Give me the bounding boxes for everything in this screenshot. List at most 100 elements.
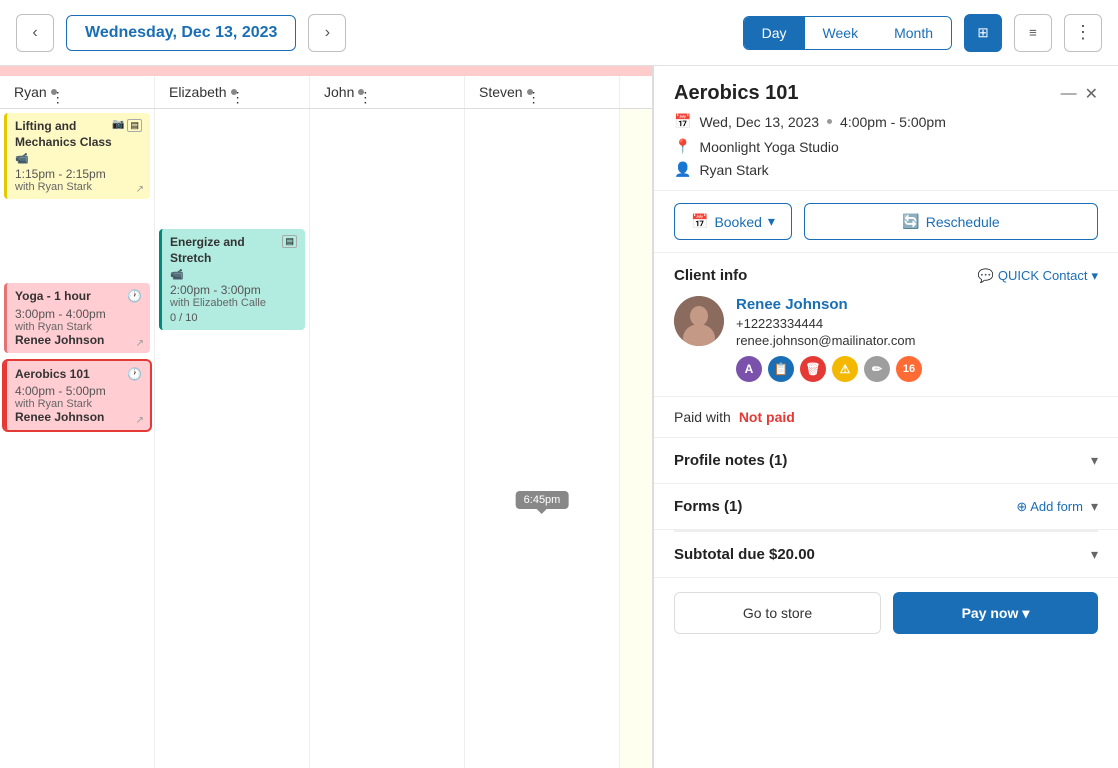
video-icon: 📹 <box>15 153 29 165</box>
client-details: Renee Johnson +12223334444 renee.johnson… <box>736 296 1098 382</box>
event-lifting[interactable]: Lifting and Mechanics Class 📷 ▤ 📹 1:15pm… <box>4 113 150 199</box>
event-yoga-arrow: ↗ <box>136 338 144 349</box>
client-info-title: Client info <box>674 267 747 284</box>
quick-contact-label: QUICK Contact <box>998 268 1088 283</box>
calendar-check-icon: 📅 <box>691 213 708 230</box>
badge-count[interactable]: 16 <box>896 356 922 382</box>
event-yoga[interactable]: Yoga - 1 hour 🕐 3:00pm - 4:00pm with Rya… <box>4 283 150 353</box>
event-aerobics[interactable]: Aerobics 101 🕐 4:00pm - 5:00pm with Ryan… <box>4 361 150 431</box>
tab-month[interactable]: Month <box>876 17 951 49</box>
col-header-elizabeth: Elizabeth ⋮ <box>155 76 310 108</box>
client-name[interactable]: Renee Johnson <box>736 296 1098 313</box>
event-energize[interactable]: Energize and Stretch ▤ 📹 2:00pm - 3:00pm… <box>159 229 305 330</box>
detail-trainer: Ryan Stark <box>699 162 768 178</box>
detail-title: Aerobics 101 <box>674 82 799 105</box>
pay-now-button[interactable]: Pay now ▾ <box>893 592 1098 634</box>
john-options-dot[interactable]: ⋮ <box>358 89 364 95</box>
booked-button[interactable]: 📅 Booked ▾ <box>674 203 792 240</box>
pin-icon: ▤ <box>127 119 142 132</box>
badge-alert[interactable]: ⚠ <box>832 356 858 382</box>
subtotal-row[interactable]: Subtotal due $20.00 ▾ <box>654 532 1118 578</box>
detail-actions: 📅 Booked ▾ 🔄 Reschedule <box>654 191 1118 253</box>
col-header-steven-label: Steven <box>479 84 523 100</box>
add-form-button[interactable]: ⊕ Add form <box>1016 499 1083 515</box>
detail-datetime: 📅 Wed, Dec 13, 2023 4:00pm - 5:00pm <box>674 113 1098 130</box>
view-tabs: Day Week Month <box>743 16 952 50</box>
detail-location-text: Moonlight Yoga Studio <box>699 139 838 155</box>
go-to-store-button[interactable]: Go to store <box>674 592 881 634</box>
tab-week[interactable]: Week <box>805 17 877 49</box>
badge-edit[interactable]: ✏ <box>864 356 890 382</box>
list-icon: ≡ <box>1029 25 1037 40</box>
location-icon: 📍 <box>674 138 691 155</box>
forms-row[interactable]: Forms (1) ⊕ Add form ▾ <box>654 484 1118 530</box>
list-view-button[interactable]: ≡ <box>1014 14 1052 52</box>
quick-contact-button[interactable]: 💬 QUICK Contact ▾ <box>978 268 1098 284</box>
detail-panel: Aerobics 101 — ✕ 📅 Wed, Dec 13, 2023 4:0… <box>653 66 1118 768</box>
pay-now-label: Pay now <box>962 605 1019 621</box>
event-energize-with: with Elizabeth Calle <box>170 297 297 309</box>
quick-contact-chevron: ▾ <box>1091 268 1098 284</box>
person-icon: 👤 <box>674 161 691 178</box>
event-aerobics-title: Aerobics 101 <box>15 367 90 383</box>
subtotal-chevron: ▾ <box>1091 546 1098 563</box>
event-yoga-client: Renee Johnson <box>15 333 142 347</box>
badge-a[interactable]: A <box>736 356 762 382</box>
detail-date: Wed, Dec 13, 2023 <box>699 114 819 130</box>
col-header-empty <box>620 76 653 108</box>
next-button[interactable]: › <box>308 14 346 52</box>
col-header-ryan: Ryan ⋮ <box>0 76 155 108</box>
event-energize-time: 2:00pm - 3:00pm <box>170 283 297 297</box>
grid-view-button[interactable]: ⊞ <box>964 14 1002 52</box>
not-paid-badge: Not paid <box>739 409 795 425</box>
current-date: Wednesday, Dec 13, 2023 <box>66 15 296 51</box>
ryan-options-dot[interactable]: ⋮ <box>51 89 57 95</box>
client-phone: +12223334444 <box>736 316 1098 331</box>
john-column <box>310 109 465 768</box>
steven-options-dot[interactable]: ⋮ <box>527 89 533 95</box>
profile-notes-row[interactable]: Profile notes (1) ▾ <box>654 438 1118 484</box>
time-tooltip: 6:45pm <box>516 491 569 509</box>
close-button[interactable]: ✕ <box>1085 84 1098 104</box>
pin-icon-energize: ▤ <box>282 235 297 248</box>
reschedule-label: Reschedule <box>926 214 1000 230</box>
event-aerobics-time: 4:00pm - 5:00pm <box>15 384 142 398</box>
event-lifting-time: 1:15pm - 2:15pm <box>15 167 142 181</box>
event-energize-count: 0 / 10 <box>170 312 297 324</box>
prev-button[interactable]: ‹ <box>16 14 54 52</box>
booked-chevron: ▾ <box>768 213 775 230</box>
minimize-button[interactable]: — <box>1061 84 1077 104</box>
tab-day[interactable]: Day <box>744 17 805 49</box>
header: ‹ Wednesday, Dec 13, 2023 › Day Week Mon… <box>0 0 1118 66</box>
column-headers: Ryan ⋮ Elizabeth ⋮ John ⋮ Steven ⋮ <box>0 76 652 109</box>
col-header-john: John ⋮ <box>310 76 465 108</box>
calendar-grid: Lifting and Mechanics Class 📷 ▤ 📹 1:15pm… <box>0 109 652 768</box>
event-aerobics-with: with Ryan Stark <box>15 398 142 410</box>
clock-icon-yoga: 🕐 <box>127 289 142 303</box>
detail-person-row: 👤 Ryan Stark <box>674 161 1098 178</box>
client-info-section: Client info 💬 QUICK Contact ▾ Renee Joh <box>654 253 1118 397</box>
more-options-button[interactable]: ⋮ <box>1064 14 1102 52</box>
elizabeth-options-dot[interactable]: ⋮ <box>231 89 237 95</box>
paid-row: Paid with Not paid <box>654 397 1118 438</box>
event-aerobics-arrow: ↗ <box>136 415 144 426</box>
event-lifting-arrow: ↗ <box>136 184 144 195</box>
forms-actions: ⊕ Add form ▾ <box>1016 498 1098 515</box>
event-lifting-with: with Ryan Stark <box>15 181 142 193</box>
subtotal-label: Subtotal due $20.00 <box>674 546 815 563</box>
col-header-ryan-label: Ryan <box>14 84 47 100</box>
event-yoga-with: with Ryan Stark <box>15 321 142 333</box>
empty-column <box>620 109 652 768</box>
badge-notes[interactable]: 📋 <box>768 356 794 382</box>
client-email: renee.johnson@mailinator.com <box>736 333 1098 348</box>
reschedule-button[interactable]: 🔄 Reschedule <box>804 203 1098 240</box>
footer-buttons: Go to store Pay now ▾ <box>654 578 1118 648</box>
add-icon: ⊕ <box>1016 499 1027 515</box>
event-lifting-title: Lifting and Mechanics Class <box>15 119 112 150</box>
event-energize-title: Energize and Stretch <box>170 235 282 266</box>
badge-delete[interactable]: 🗑 <box>800 356 826 382</box>
calendar-icon: 📅 <box>674 113 691 130</box>
main-area: Ryan ⋮ Elizabeth ⋮ John ⋮ Steven ⋮ <box>0 66 1118 768</box>
forms-chevron: ▾ <box>1091 498 1098 515</box>
forms-label: Forms (1) <box>674 498 742 515</box>
